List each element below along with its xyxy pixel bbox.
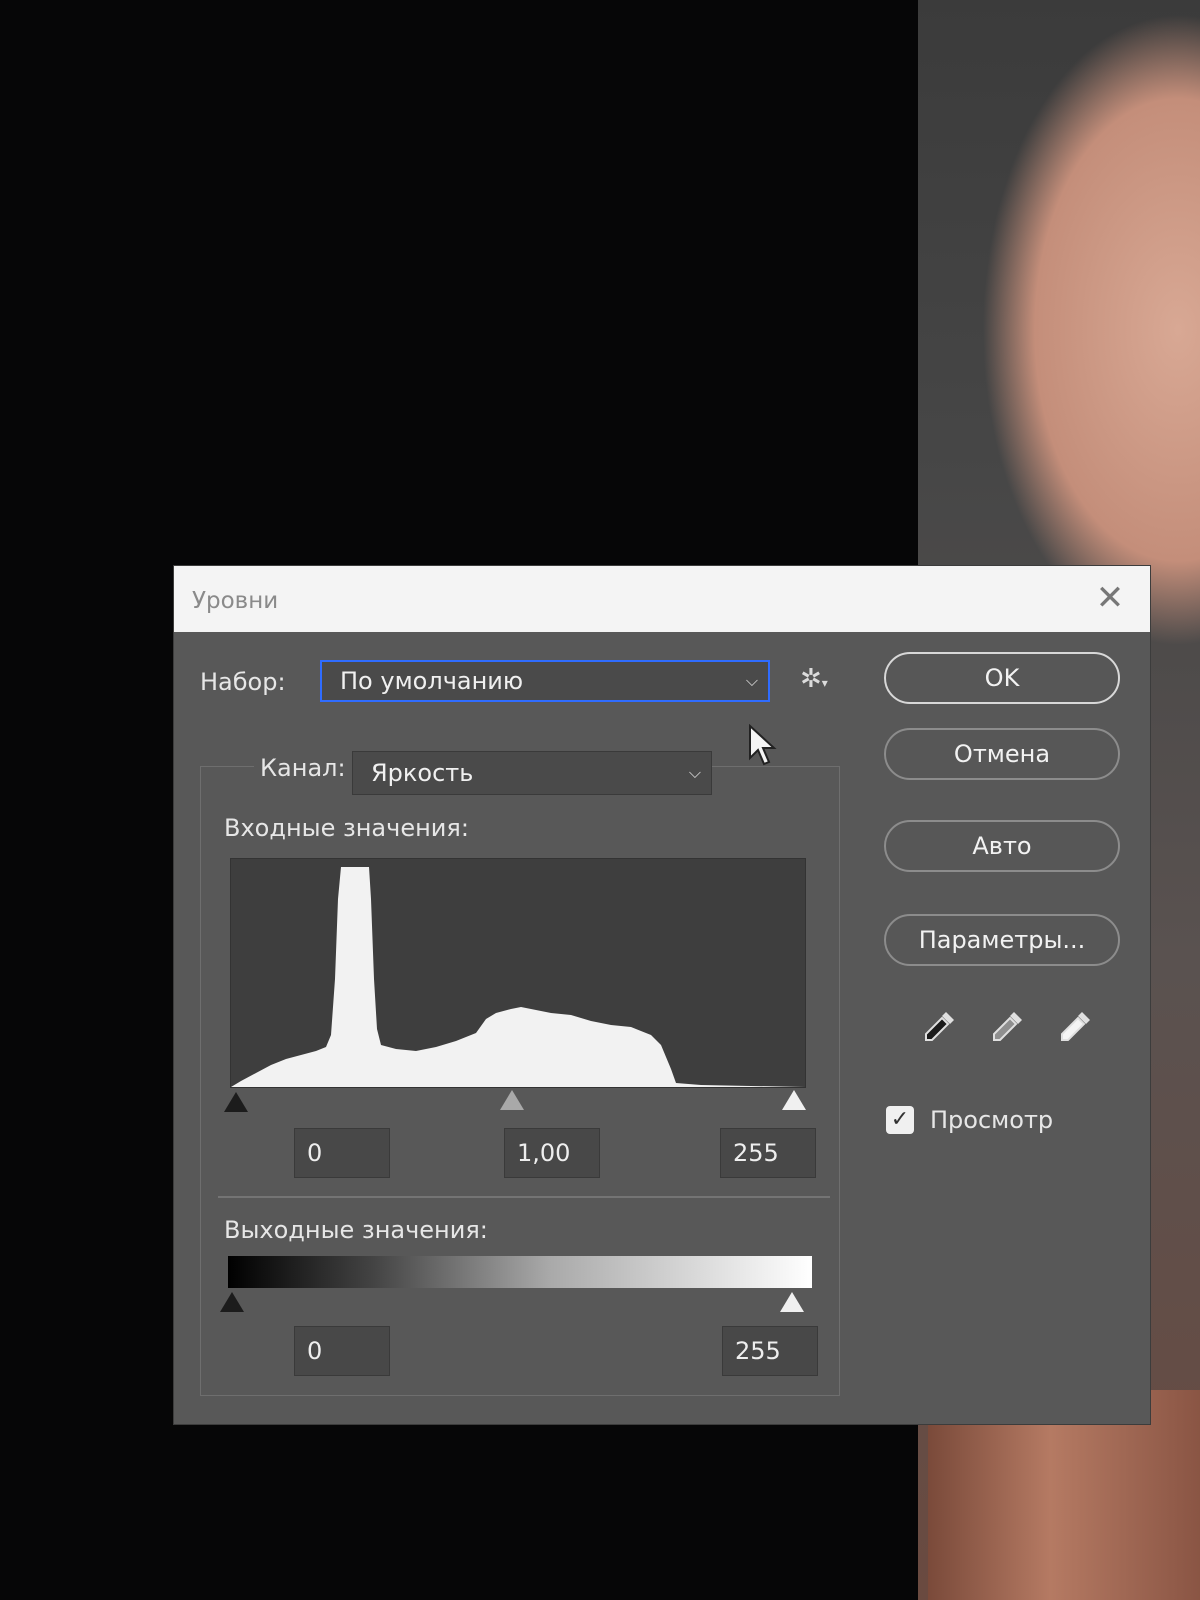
levels-dialog: Уровни ✕ Набор: По умолчанию ⌵ ✲▾ Канал:… [174, 566, 1150, 1424]
input-gamma-field[interactable]: 1,00 [504, 1128, 600, 1178]
preview-label: Просмотр [930, 1106, 1054, 1134]
eyedropper-white-icon[interactable] [1056, 1006, 1096, 1046]
input-white-handle[interactable] [782, 1090, 806, 1110]
input-black-field[interactable]: 0 [294, 1128, 390, 1178]
preset-dropdown[interactable]: По умолчанию ⌵ [320, 660, 770, 702]
input-black-handle[interactable] [224, 1092, 248, 1112]
cancel-button[interactable]: Отмена [884, 728, 1120, 780]
histogram-graph [231, 867, 805, 1087]
preview-checkbox[interactable]: ✓ [886, 1106, 914, 1134]
output-white-field[interactable]: 255 [722, 1326, 818, 1376]
output-levels-label: Выходные значения: [224, 1216, 488, 1244]
input-slider[interactable] [224, 1090, 806, 1114]
output-white-handle[interactable] [780, 1292, 804, 1312]
preset-label: Набор: [200, 668, 286, 696]
options-button[interactable]: Параметры... [884, 914, 1120, 966]
eyedropper-black-icon[interactable] [920, 1006, 960, 1046]
dialog-titlebar: Уровни ✕ [174, 566, 1150, 632]
chevron-down-icon: ⌵ [688, 763, 701, 782]
chevron-down-icon: ⌵ [745, 671, 758, 690]
channel-dropdown[interactable]: Яркость ⌵ [352, 751, 712, 795]
channel-value: Яркость [371, 759, 474, 787]
mouse-cursor-icon [749, 724, 777, 766]
output-gradient-bar [228, 1256, 812, 1288]
input-gamma-handle[interactable] [500, 1090, 524, 1110]
input-levels-label: Входные значения: [224, 814, 469, 842]
histogram [230, 858, 806, 1088]
gear-icon[interactable]: ✲▾ [800, 664, 828, 694]
dialog-title: Уровни [192, 588, 279, 614]
channel-label: Канал: [254, 754, 352, 782]
ok-button[interactable]: OK [884, 652, 1120, 704]
divider [218, 1196, 830, 1198]
preset-value: По умолчанию [340, 667, 524, 695]
output-slider[interactable] [220, 1292, 812, 1316]
input-white-field[interactable]: 255 [720, 1128, 816, 1178]
auto-button[interactable]: Авто [884, 820, 1120, 872]
output-black-handle[interactable] [220, 1292, 244, 1312]
eyedropper-gray-icon[interactable] [988, 1006, 1028, 1046]
close-icon[interactable]: ✕ [1090, 578, 1130, 618]
output-black-field[interactable]: 0 [294, 1326, 390, 1376]
